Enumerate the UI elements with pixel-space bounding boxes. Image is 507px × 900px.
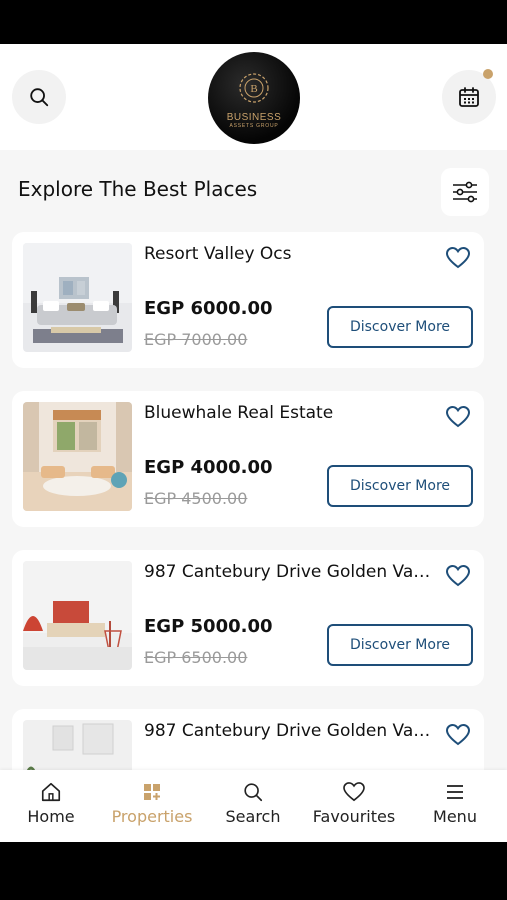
property-price: EGP 4000.00 (144, 457, 273, 478)
calendar-icon (459, 87, 479, 107)
nav-item-favourites[interactable]: Favourites (304, 780, 404, 836)
bottom-navigation: Home Properties Search Favourites Menu (0, 770, 507, 842)
property-title: Bluewhale Real Estate (144, 403, 334, 423)
property-price: EGP 6000.00 (144, 298, 273, 319)
property-old-price: EGP 4500.00 (144, 489, 248, 508)
heart-icon (343, 782, 365, 802)
notification-dot (483, 69, 493, 79)
discover-more-button[interactable]: Discover More (327, 465, 473, 507)
property-price: EGP 5000.00 (144, 616, 273, 637)
status-bar (0, 0, 507, 44)
discover-more-button[interactable]: Discover More (327, 624, 473, 666)
property-card[interactable]: Resort Valley Ocs EGP 6000.00 EGP 7000.0… (12, 232, 484, 368)
heart-icon (446, 406, 470, 428)
property-old-price: EGP 7000.00 (144, 330, 248, 349)
section-title: Explore The Best Places (18, 177, 258, 201)
property-title: 987 Cantebury Drive Golden Vall... (144, 562, 434, 582)
logo-text: BUSINESS (226, 111, 282, 123)
app-header: B BUSINESS ASSETS GROUP (0, 44, 507, 150)
favourite-button[interactable] (444, 562, 472, 590)
nav-label: Favourites (312, 807, 396, 826)
home-icon (41, 782, 61, 802)
property-image (23, 561, 132, 670)
search-icon (244, 783, 263, 802)
favourite-button[interactable] (444, 721, 472, 749)
heart-icon (446, 724, 470, 746)
favourite-button[interactable] (444, 244, 472, 272)
logo-emblem-icon: B (239, 72, 269, 103)
menu-icon (447, 785, 463, 799)
grid-icon (144, 784, 160, 800)
favourite-button[interactable] (444, 403, 472, 431)
search-button[interactable] (12, 70, 66, 124)
property-title: 987 Cantebury Drive Golden Vall... (144, 721, 434, 741)
property-old-price: EGP 6500.00 (144, 648, 248, 667)
svg-text:B: B (250, 83, 257, 95)
property-title: Resort Valley Ocs (144, 244, 292, 264)
property-image (23, 243, 132, 352)
nav-label: Properties (111, 807, 193, 826)
nav-item-search[interactable]: Search (203, 780, 303, 836)
nav-label: Home (27, 807, 75, 826)
sliders-icon (453, 181, 477, 203)
brand-logo: B BUSINESS ASSETS GROUP (208, 52, 300, 144)
nav-item-home[interactable]: Home (1, 780, 101, 836)
filter-button[interactable] (441, 168, 489, 216)
search-icon (30, 88, 49, 107)
property-image (23, 402, 132, 511)
nav-label: Search (225, 807, 281, 826)
property-card[interactable]: 987 Cantebury Drive Golden Vall... EGP 5… (12, 550, 484, 686)
heart-icon (446, 565, 470, 587)
app-screen: B BUSINESS ASSETS GROUP Explore The Best… (0, 44, 507, 842)
system-navigation-bar (0, 842, 507, 900)
discover-more-button[interactable]: Discover More (327, 306, 473, 348)
nav-item-properties[interactable]: Properties (102, 780, 202, 836)
nav-item-menu[interactable]: Menu (405, 780, 505, 836)
nav-label: Menu (433, 807, 477, 826)
logo-subtext: ASSETS GROUP (229, 122, 279, 129)
heart-icon (446, 247, 470, 269)
property-card[interactable]: Bluewhale Real Estate EGP 4000.00 EGP 45… (12, 391, 484, 527)
